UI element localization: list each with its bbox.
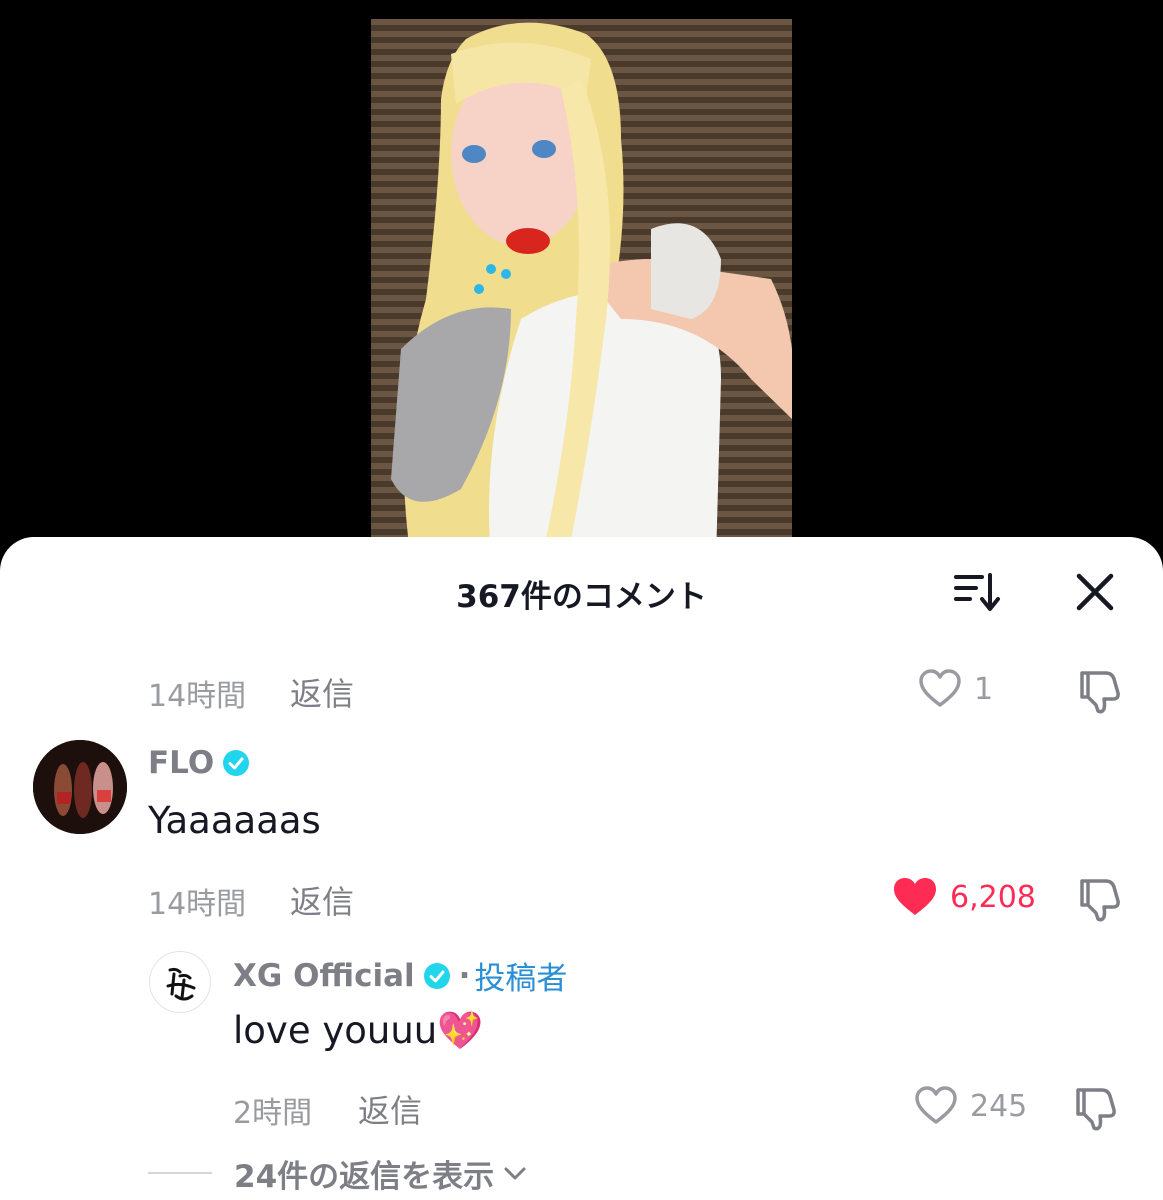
comment-time: 14時間 <box>148 679 247 714</box>
like-count: 245 <box>970 1088 1028 1124</box>
close-icon <box>1076 573 1114 611</box>
video-thumbnail[interactable] <box>371 19 792 560</box>
view-replies-label: 24件の返信を表示 <box>234 1158 495 1195</box>
divider-line <box>148 1172 212 1174</box>
reply-button[interactable]: 返信 <box>290 877 354 923</box>
like-button[interactable]: 1 <box>918 665 993 713</box>
sort-button[interactable] <box>952 569 1004 615</box>
comment-username[interactable]: FLO <box>148 745 250 781</box>
sort-descending-icon <box>954 573 1000 611</box>
reply-username[interactable]: XG Official · 投稿者 <box>233 953 567 998</box>
reply-meta-row: 2時間 返信 245 <box>0 1082 1163 1132</box>
comment-text: Yaaaaaas <box>148 799 321 842</box>
author-tag: 投稿者 <box>474 961 568 997</box>
heart-outline-icon <box>919 669 961 707</box>
username-text: XG Official <box>233 957 415 994</box>
dislike-button[interactable] <box>1072 1084 1120 1132</box>
separator-dot: · <box>458 957 471 994</box>
video-image <box>391 22 792 560</box>
reply-button[interactable]: 返信 <box>358 1086 422 1132</box>
thumbs-down-icon <box>1076 1088 1116 1131</box>
comment-time: 14時間 <box>148 887 247 922</box>
comments-header: 367件のコメント <box>0 537 1163 647</box>
xg-logo-icon <box>166 967 196 1001</box>
avatar[interactable] <box>33 740 127 834</box>
thumbs-down-icon <box>1080 879 1120 922</box>
dislike-button[interactable] <box>1076 667 1124 715</box>
username-text: FLO <box>148 745 215 781</box>
reply-time: 2時間 <box>233 1096 313 1131</box>
video-player[interactable] <box>0 0 1163 560</box>
heart-outline-icon <box>915 1086 957 1124</box>
close-button[interactable] <box>1072 569 1118 615</box>
comment-meta-row: 14時間 返信 1 <box>0 665 1163 715</box>
thumbs-down-icon <box>1080 671 1120 714</box>
reply-text: love youuu💖 <box>233 1009 484 1052</box>
like-count: 6,208 <box>950 879 1036 915</box>
dislike-button[interactable] <box>1076 875 1124 923</box>
verified-badge-icon <box>223 750 250 776</box>
reply-avatar[interactable] <box>149 951 211 1013</box>
like-button[interactable]: 245 <box>914 1082 1027 1130</box>
like-count: 1 <box>974 671 994 707</box>
avatar-image <box>33 740 127 834</box>
reply-button[interactable]: 返信 <box>290 669 354 715</box>
heart-filled-icon <box>894 878 936 915</box>
verified-badge-icon <box>423 962 450 989</box>
chevron-down-icon <box>504 1167 526 1180</box>
comment-meta-row: 14時間 返信 6,208 <box>0 873 1163 923</box>
comments-sheet: 367件のコメント 14時間 返信 1 FLO Yaaaaaas 14時間 返信… <box>0 537 1163 1200</box>
like-button[interactable]: 6,208 <box>892 873 1036 921</box>
view-replies-button[interactable]: 24件の返信を表示 <box>148 1149 528 1197</box>
